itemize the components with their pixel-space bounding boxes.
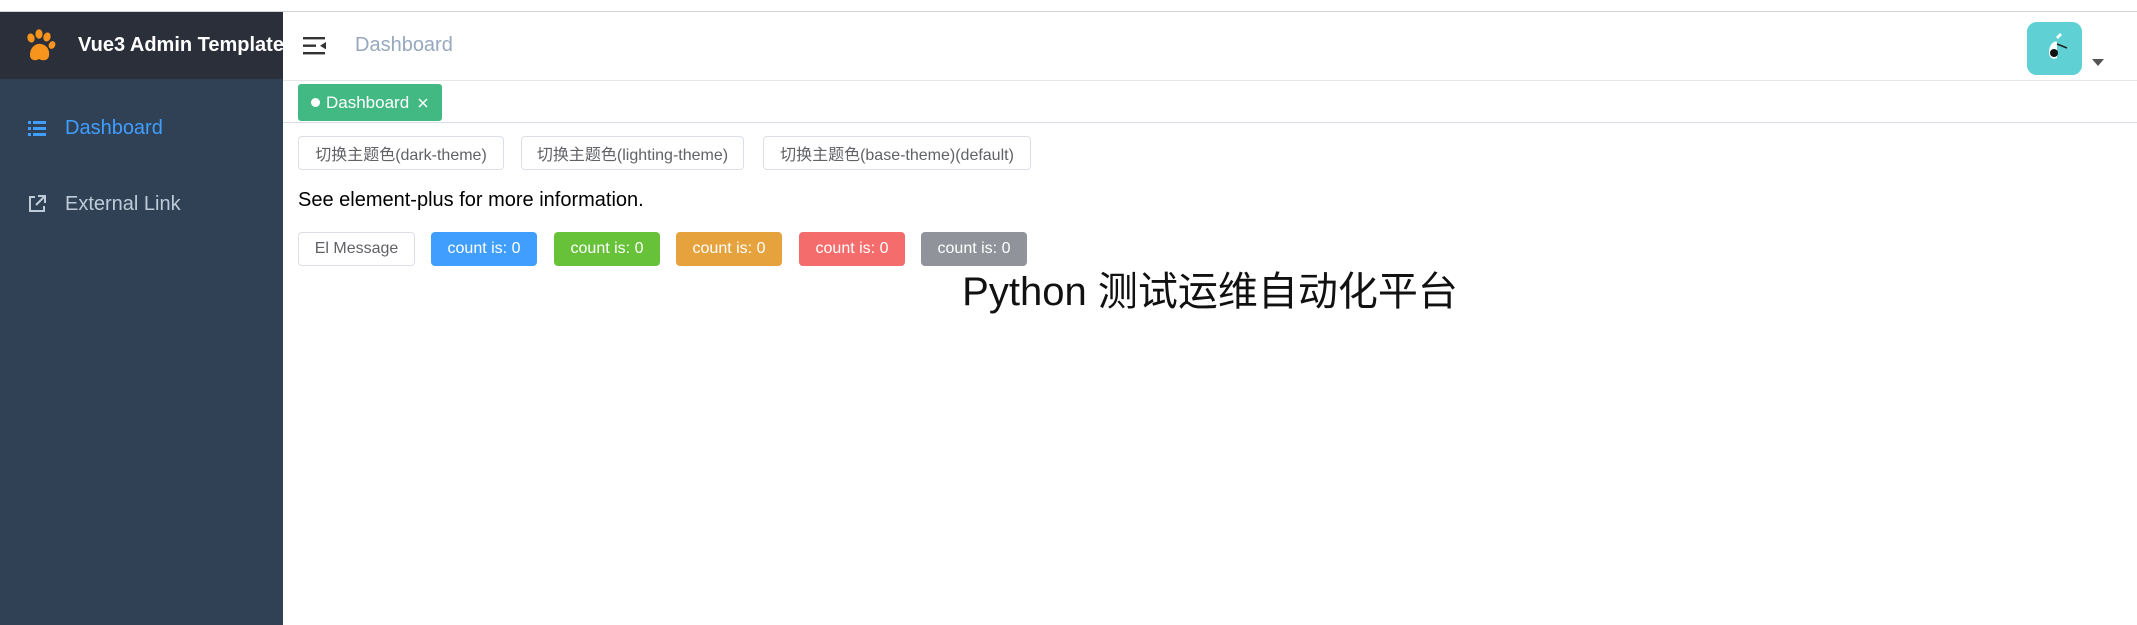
tag-dashboard[interactable]: Dashboard [298,84,443,121]
breadcrumb: Dashboard [355,34,453,56]
hamburger-toggle-icon[interactable] [302,34,328,58]
logo-bar[interactable]: Vue3 Admin Template [0,12,284,79]
avatar[interactable] [2027,22,2082,75]
page-title: Python 测试运维自动化平台 [962,270,1458,314]
paw-logo-icon [27,29,56,61]
navbar: Dashboard [283,12,2137,81]
dark-theme-button[interactable]: 切换主题色(dark-theme) [298,136,504,170]
sidebar-item-label: Dashboard [65,116,163,139]
tag-active-dot [311,98,320,107]
app-root: Vue3 Admin Template Dashboard External L… [0,0,2137,625]
caret-down-icon[interactable] [2091,57,2105,67]
tags-view: Dashboard [283,81,2137,123]
info-text: See element-plus for more information. [298,189,644,211]
close-icon[interactable] [415,95,431,111]
external-link-icon [29,195,46,212]
app-title: Vue3 Admin Template [78,34,284,56]
tag-label: Dashboard [326,92,410,112]
avatar-image [2027,22,2082,75]
lighting-theme-button[interactable]: 切换主题色(lighting-theme) [521,136,744,170]
sidebar-item-label: External Link [65,192,181,215]
sidebar-item-dashboard[interactable]: Dashboard [0,100,283,156]
sidebar-item-external-link[interactable]: External Link [0,176,283,232]
base-theme-button[interactable]: 切换主题色(base-theme)(default) [763,136,1031,170]
main-content: 切换主题色(dark-theme) 切换主题色(lighting-theme) … [283,123,2137,625]
sidebar: Vue3 Admin Template Dashboard External L… [0,12,284,625]
list-icon [28,121,46,136]
